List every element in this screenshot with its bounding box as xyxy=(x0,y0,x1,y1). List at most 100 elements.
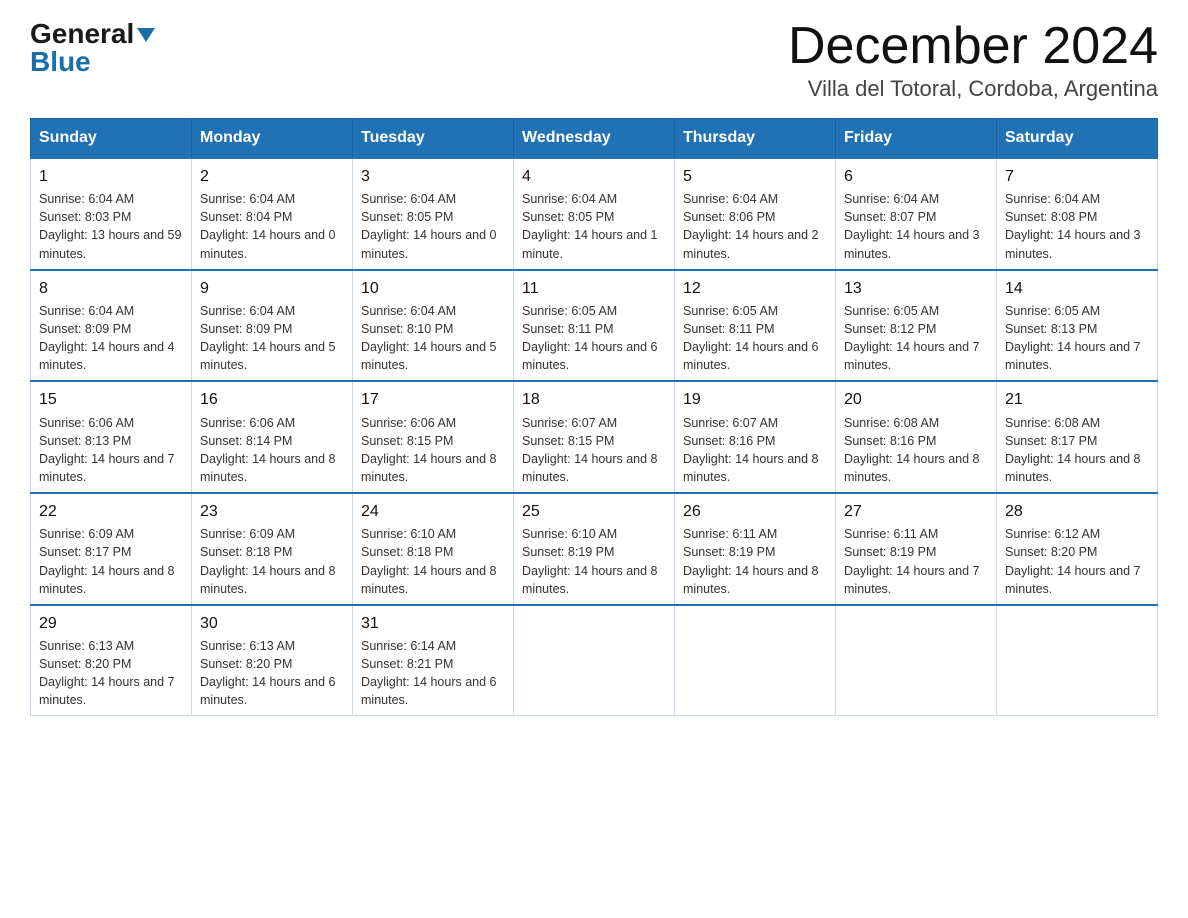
day-info: Sunrise: 6:14 AMSunset: 8:21 PMDaylight:… xyxy=(361,637,505,710)
month-title: December 2024 xyxy=(788,20,1158,72)
day-number: 6 xyxy=(844,165,988,188)
day-number: 4 xyxy=(522,165,666,188)
calendar-day-cell: 28Sunrise: 6:12 AMSunset: 8:20 PMDayligh… xyxy=(997,493,1158,605)
day-number: 26 xyxy=(683,500,827,523)
calendar-day-cell: 19 Sunrise: 6:07 AMSunset: 8:16 PMDayligh… xyxy=(675,381,836,493)
day-number: 9 xyxy=(200,277,344,300)
day-info: Sunrise: 6:05 AMSunset: 8:12 PMDaylight:… xyxy=(844,302,988,375)
calendar-day-cell: 22Sunrise: 6:09 AMSunset: 8:17 PMDayligh… xyxy=(31,493,192,605)
day-info: Sunrise: 6:07 AMSunset: 8:16 PMDaylight:… xyxy=(683,414,827,487)
day-number: 24 xyxy=(361,500,505,523)
calendar-day-cell: 27Sunrise: 6:11 AMSunset: 8:19 PMDayligh… xyxy=(836,493,997,605)
calendar-day-cell xyxy=(514,605,675,716)
day-number: 30 xyxy=(200,612,344,635)
calendar-header-row: Sunday Monday Tuesday Wednesday Thursday… xyxy=(31,119,1158,159)
day-info: Sunrise: 6:13 AMSunset: 8:20 PMDaylight:… xyxy=(200,637,344,710)
day-number: 3 xyxy=(361,165,505,188)
day-number: 16 xyxy=(200,388,344,411)
day-info: Sunrise: 6:04 AMSunset: 8:05 PMDaylight:… xyxy=(361,190,505,263)
calendar-day-cell: 26Sunrise: 6:11 AMSunset: 8:19 PMDayligh… xyxy=(675,493,836,605)
day-number: 28 xyxy=(1005,500,1149,523)
day-info: Sunrise: 6:13 AMSunset: 8:20 PMDaylight:… xyxy=(39,637,183,710)
day-number: 31 xyxy=(361,612,505,635)
header-thursday: Thursday xyxy=(675,119,836,159)
calendar-week-row: 22Sunrise: 6:09 AMSunset: 8:17 PMDayligh… xyxy=(31,493,1158,605)
day-info: Sunrise: 6:08 AMSunset: 8:17 PMDaylight:… xyxy=(1005,414,1149,487)
day-info: Sunrise: 6:12 AMSunset: 8:20 PMDaylight:… xyxy=(1005,525,1149,598)
calendar-day-cell: 20 Sunrise: 6:08 AMSunset: 8:16 PMDayligh… xyxy=(836,381,997,493)
calendar-week-row: 15Sunrise: 6:06 AMSunset: 8:13 PMDayligh… xyxy=(31,381,1158,493)
day-number: 21 xyxy=(1005,388,1149,411)
day-number: 7 xyxy=(1005,165,1149,188)
header-friday: Friday xyxy=(836,119,997,159)
calendar-day-cell: 13Sunrise: 6:05 AMSunset: 8:12 PMDayligh… xyxy=(836,270,997,382)
calendar-day-cell: 8Sunrise: 6:04 AMSunset: 8:09 PMDaylight… xyxy=(31,270,192,382)
calendar-week-row: 8Sunrise: 6:04 AMSunset: 8:09 PMDaylight… xyxy=(31,270,1158,382)
calendar-day-cell: 25Sunrise: 6:10 AMSunset: 8:19 PMDayligh… xyxy=(514,493,675,605)
day-number: 13 xyxy=(844,277,988,300)
day-info: Sunrise: 6:04 AMSunset: 8:05 PMDaylight:… xyxy=(522,190,666,263)
logo-text: General xyxy=(30,20,155,48)
location-subtitle: Villa del Totoral, Cordoba, Argentina xyxy=(788,76,1158,102)
day-number: 25 xyxy=(522,500,666,523)
day-info: Sunrise: 6:04 AMSunset: 8:09 PMDaylight:… xyxy=(39,302,183,375)
calendar-day-cell: 9Sunrise: 6:04 AMSunset: 8:09 PMDaylight… xyxy=(192,270,353,382)
day-info: Sunrise: 6:04 AMSunset: 8:09 PMDaylight:… xyxy=(200,302,344,375)
day-number: 10 xyxy=(361,277,505,300)
title-section: December 2024 Villa del Totoral, Cordoba… xyxy=(788,20,1158,102)
logo: General Blue xyxy=(30,20,155,76)
day-number: 18 xyxy=(522,388,666,411)
day-number: 11 xyxy=(522,277,666,300)
day-number: 5 xyxy=(683,165,827,188)
calendar-day-cell: 3Sunrise: 6:04 AMSunset: 8:05 PMDaylight… xyxy=(353,158,514,270)
day-info: Sunrise: 6:10 AMSunset: 8:19 PMDaylight:… xyxy=(522,525,666,598)
day-number: 22 xyxy=(39,500,183,523)
day-info: Sunrise: 6:07 AMSunset: 8:15 PMDaylight:… xyxy=(522,414,666,487)
logo-triangle-icon xyxy=(137,28,155,42)
calendar-day-cell: 18 Sunrise: 6:07 AMSunset: 8:15 PMDayligh… xyxy=(514,381,675,493)
calendar-day-cell: 24Sunrise: 6:10 AMSunset: 8:18 PMDayligh… xyxy=(353,493,514,605)
day-number: 19 xyxy=(683,388,827,411)
day-number: 8 xyxy=(39,277,183,300)
calendar-day-cell: 23Sunrise: 6:09 AMSunset: 8:18 PMDayligh… xyxy=(192,493,353,605)
calendar-day-cell: 16Sunrise: 6:06 AMSunset: 8:14 PMDayligh… xyxy=(192,381,353,493)
day-number: 27 xyxy=(844,500,988,523)
day-number: 20 xyxy=(844,388,988,411)
day-info: Sunrise: 6:05 AMSunset: 8:11 PMDaylight:… xyxy=(683,302,827,375)
page-header: General Blue December 2024 Villa del Tot… xyxy=(30,20,1158,102)
day-number: 29 xyxy=(39,612,183,635)
day-number: 17 xyxy=(361,388,505,411)
logo-general: General xyxy=(30,18,134,49)
calendar-day-cell: 7Sunrise: 6:04 AMSunset: 8:08 PMDaylight… xyxy=(997,158,1158,270)
calendar-day-cell: 4Sunrise: 6:04 AMSunset: 8:05 PMDaylight… xyxy=(514,158,675,270)
day-info: Sunrise: 6:09 AMSunset: 8:18 PMDaylight:… xyxy=(200,525,344,598)
day-number: 23 xyxy=(200,500,344,523)
calendar-day-cell: 30Sunrise: 6:13 AMSunset: 8:20 PMDayligh… xyxy=(192,605,353,716)
logo-blue-text: Blue xyxy=(30,48,91,76)
day-info: Sunrise: 6:05 AMSunset: 8:13 PMDaylight:… xyxy=(1005,302,1149,375)
calendar-day-cell: 14Sunrise: 6:05 AMSunset: 8:13 PMDayligh… xyxy=(997,270,1158,382)
header-wednesday: Wednesday xyxy=(514,119,675,159)
day-info: Sunrise: 6:04 AMSunset: 8:10 PMDaylight:… xyxy=(361,302,505,375)
calendar-day-cell xyxy=(675,605,836,716)
day-info: Sunrise: 6:08 AMSunset: 8:16 PMDaylight:… xyxy=(844,414,988,487)
day-info: Sunrise: 6:11 AMSunset: 8:19 PMDaylight:… xyxy=(844,525,988,598)
day-info: Sunrise: 6:06 AMSunset: 8:15 PMDaylight:… xyxy=(361,414,505,487)
calendar-day-cell: 31Sunrise: 6:14 AMSunset: 8:21 PMDayligh… xyxy=(353,605,514,716)
calendar-day-cell: 29Sunrise: 6:13 AMSunset: 8:20 PMDayligh… xyxy=(31,605,192,716)
header-sunday: Sunday xyxy=(31,119,192,159)
day-number: 12 xyxy=(683,277,827,300)
day-number: 1 xyxy=(39,165,183,188)
header-saturday: Saturday xyxy=(997,119,1158,159)
day-number: 14 xyxy=(1005,277,1149,300)
day-info: Sunrise: 6:04 AMSunset: 8:08 PMDaylight:… xyxy=(1005,190,1149,263)
calendar-table: Sunday Monday Tuesday Wednesday Thursday… xyxy=(30,118,1158,716)
day-info: Sunrise: 6:11 AMSunset: 8:19 PMDaylight:… xyxy=(683,525,827,598)
calendar-day-cell: 6Sunrise: 6:04 AMSunset: 8:07 PMDaylight… xyxy=(836,158,997,270)
day-info: Sunrise: 6:04 AMSunset: 8:04 PMDaylight:… xyxy=(200,190,344,263)
calendar-day-cell: 2Sunrise: 6:04 AMSunset: 8:04 PMDaylight… xyxy=(192,158,353,270)
calendar-day-cell: 15Sunrise: 6:06 AMSunset: 8:13 PMDayligh… xyxy=(31,381,192,493)
calendar-day-cell: 11Sunrise: 6:05 AMSunset: 8:11 PMDayligh… xyxy=(514,270,675,382)
day-info: Sunrise: 6:06 AMSunset: 8:13 PMDaylight:… xyxy=(39,414,183,487)
calendar-day-cell: 5Sunrise: 6:04 AMSunset: 8:06 PMDaylight… xyxy=(675,158,836,270)
